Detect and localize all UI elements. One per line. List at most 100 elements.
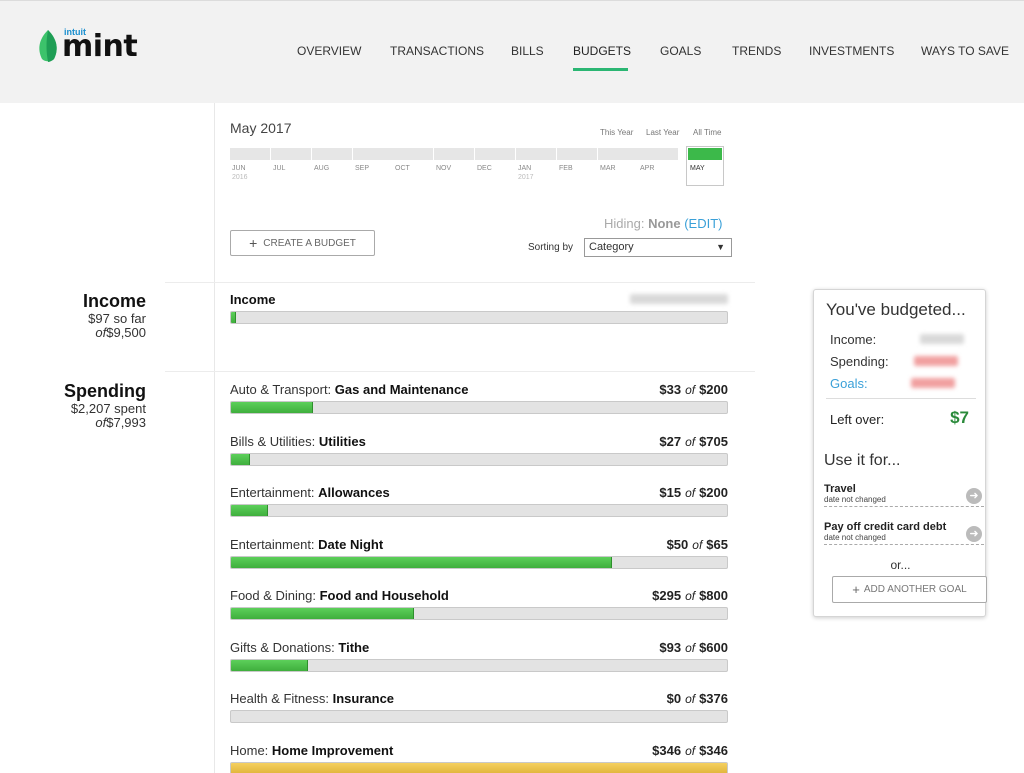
month-bar[interactable] xyxy=(638,148,678,160)
budget-row[interactable]: Entertainment: Date Night $50 of $65 xyxy=(230,537,728,571)
month-label[interactable]: DEC xyxy=(477,164,492,173)
month-label[interactable]: JUL xyxy=(273,164,285,173)
month-bar[interactable] xyxy=(516,148,556,160)
nav-transactions[interactable]: TRANSACTIONS xyxy=(390,44,484,58)
month-label[interactable]: JUN 2016 xyxy=(232,164,248,182)
budget-spent: $33 xyxy=(659,382,682,397)
leaf-icon xyxy=(39,30,57,62)
budget-spent: $93 xyxy=(659,639,682,655)
month-label[interactable]: APR xyxy=(640,164,654,173)
budget-row[interactable]: Home: Home Improvement $346 of $346 xyxy=(230,743,728,773)
budget-category: Home: Home Improvement xyxy=(230,743,393,758)
month-bar[interactable] xyxy=(434,148,474,160)
budget-row[interactable]: Bills & Utilities: Utilities $27 of $705 xyxy=(230,434,728,468)
add-goal-button[interactable]: + ADD ANOTHER GOAL xyxy=(832,576,987,603)
month-bar[interactable] xyxy=(271,148,311,160)
budget-progress-fill xyxy=(231,659,308,671)
budget-of: of xyxy=(685,589,696,603)
budget-progress-fill xyxy=(231,556,613,568)
nav-goals[interactable]: GOALS xyxy=(660,44,701,58)
this-year-link[interactable]: This Year xyxy=(600,128,633,137)
spending-of: of xyxy=(95,415,107,430)
budget-spent: $15 xyxy=(659,485,682,500)
budget-progress-fill xyxy=(231,402,313,413)
month-bar[interactable] xyxy=(230,148,270,160)
budget-row[interactable]: Health & Fitness: Insurance $0 of $376 xyxy=(230,691,728,725)
month-label[interactable]: NOV xyxy=(436,164,451,173)
spending-spent: $2,207 spent xyxy=(70,401,146,416)
nav-bills[interactable]: BILLS xyxy=(511,44,544,58)
nav-overview[interactable]: OVERVIEW xyxy=(297,44,361,58)
budget-row[interactable]: Food & Dining: Food and Household $295 of $… xyxy=(230,588,728,622)
budget-row[interactable]: Auto & Transport: Gas and Maintenance $33… xyxy=(230,382,728,416)
month-label[interactable]: MAR xyxy=(600,164,616,173)
budget-category: Entertainment: Date Night xyxy=(230,537,383,552)
budget-limit: $65 xyxy=(706,536,728,552)
budget-progress-bar xyxy=(230,452,728,466)
card-goals-link[interactable]: Goals: xyxy=(830,376,868,391)
nav-budgets[interactable]: BUDGETS xyxy=(573,44,631,58)
budget-of: of xyxy=(685,640,696,655)
nav-ways-to-save[interactable]: WAYS TO SAVE xyxy=(921,44,1009,58)
month-bar[interactable] xyxy=(475,148,515,160)
create-budget-button[interactable]: + CREATE A BUDGET xyxy=(230,230,375,256)
card-title: You've budgeted... xyxy=(826,300,966,319)
hiding-value: None xyxy=(648,216,681,231)
budget-progress-fill xyxy=(231,505,269,516)
month-bar[interactable] xyxy=(557,148,597,160)
month-label[interactable]: AUG xyxy=(314,164,329,173)
budget-spent: $50 xyxy=(666,536,689,552)
month-bar[interactable] xyxy=(393,148,433,160)
budget-amount: $27 of $705 xyxy=(659,434,728,449)
budget-amount: $295 of $800 xyxy=(652,588,728,603)
budget-amount: $33 of $200 xyxy=(659,382,728,397)
goal-item-travel[interactable]: Travel date not changed ➜ xyxy=(824,483,984,507)
budget-name: Insurance xyxy=(332,691,395,706)
month-label[interactable]: OCT xyxy=(395,164,410,173)
nav-trends[interactable]: TRENDS xyxy=(732,44,781,58)
income-row[interactable]: Income xyxy=(230,292,728,326)
budget-of: of xyxy=(685,383,696,397)
arrow-right-icon[interactable]: ➜ xyxy=(966,488,982,504)
goal-item-credit-card[interactable]: Pay off credit card debt date not change… xyxy=(824,521,984,545)
month-label[interactable]: SEP xyxy=(355,164,369,173)
sorting-label: Sorting by xyxy=(528,242,574,253)
income-total: $9,500 xyxy=(106,325,146,340)
budget-spent: $346 xyxy=(652,742,682,758)
dropdown-arrow-icon: ▼ xyxy=(716,242,725,252)
use-it-heading: Use it for... xyxy=(824,452,901,469)
edit-hidden-link[interactable]: (EDIT) xyxy=(684,216,722,231)
last-year-link[interactable]: Last Year xyxy=(646,128,679,137)
budget-progress-bar xyxy=(230,607,728,620)
add-goal-label: ADD ANOTHER GOAL xyxy=(863,584,967,595)
budget-row[interactable]: Gifts & Donations: Tithe $93 of $600 xyxy=(230,640,728,674)
income-row-label: Income xyxy=(230,292,276,307)
period-title: May 2017 xyxy=(230,120,292,136)
budget-of: of xyxy=(685,692,696,706)
month-bar[interactable] xyxy=(598,148,638,160)
month-bar[interactable] xyxy=(353,148,393,160)
month-label[interactable]: JAN 2017 xyxy=(518,164,534,182)
budget-progress-bar xyxy=(230,710,728,723)
mint-logo[interactable]: intuit mint xyxy=(36,25,146,65)
budget-of: of xyxy=(685,434,696,449)
income-progress-bar xyxy=(230,311,728,324)
budget-group: Entertainment: xyxy=(230,536,319,552)
all-time-link[interactable]: All Time xyxy=(693,128,721,137)
arrow-right-icon[interactable]: ➜ xyxy=(966,526,982,542)
budget-row[interactable]: Entertainment: Allowances $15 of $200 xyxy=(230,485,728,519)
nav-investments[interactable]: INVESTMENTS xyxy=(809,44,894,58)
budget-category: Bills & Utilities: Utilities xyxy=(230,434,366,449)
month-label[interactable]: MAY xyxy=(690,164,705,173)
month-label[interactable]: FEB xyxy=(559,164,573,173)
budget-of: of xyxy=(692,537,703,552)
budget-amount: $346 of $346 xyxy=(652,743,728,758)
goal-name: Pay off credit card debt xyxy=(824,521,947,533)
budget-name: Food and Household xyxy=(319,588,449,603)
sort-select[interactable]: Category ▼ xyxy=(584,238,732,257)
plus-icon: + xyxy=(249,235,258,251)
income-summary: Income $97 so far of$9,500 xyxy=(16,291,146,340)
card-income-label: Income: xyxy=(830,332,877,347)
sort-select-value: Category xyxy=(589,241,634,253)
month-bar[interactable] xyxy=(312,148,352,160)
